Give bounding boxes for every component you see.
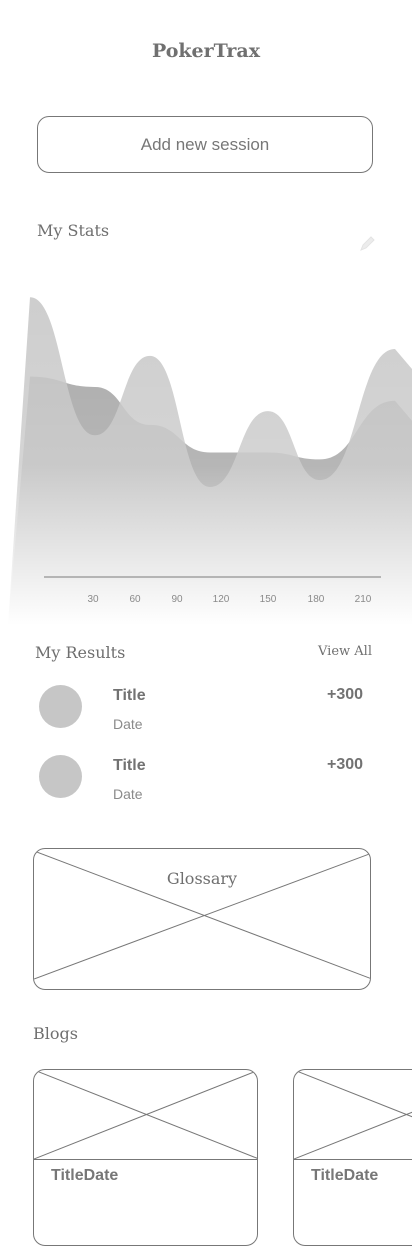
- blog-image-placeholder: [294, 1070, 412, 1160]
- x-tick-label: 210: [355, 594, 372, 605]
- x-tick-label: 60: [129, 594, 141, 605]
- blog-image-placeholder: [34, 1070, 257, 1160]
- result-row[interactable]: Title Date +300: [0, 680, 412, 740]
- blogs-heading: Blogs: [33, 1024, 78, 1043]
- x-tick-label: 150: [260, 594, 277, 605]
- result-title: Title: [113, 757, 146, 774]
- x-tick-label: 180: [308, 594, 325, 605]
- glossary-card[interactable]: Glossary: [33, 848, 371, 990]
- my-stats-heading: My Stats: [37, 221, 110, 240]
- add-session-button[interactable]: Add new session: [37, 116, 373, 173]
- blog-title-date: TitleDate: [51, 1167, 118, 1185]
- x-tick-label: 120: [213, 594, 230, 605]
- result-date: Date: [113, 716, 143, 732]
- blog-date: Date: [83, 1167, 119, 1184]
- blog-title: Title: [311, 1167, 344, 1184]
- result-date: Date: [113, 786, 143, 802]
- stats-chart: 30 60 90 120 150 180 210: [0, 270, 412, 625]
- blog-card[interactable]: TitleDate: [33, 1069, 258, 1246]
- view-all-link[interactable]: View All: [318, 644, 372, 659]
- result-amount: +300: [327, 686, 364, 703]
- my-results-heading: My Results: [35, 643, 126, 662]
- blog-date: Date: [343, 1167, 379, 1184]
- result-title: Title: [113, 687, 146, 704]
- blog-card[interactable]: TitleDate: [293, 1069, 412, 1246]
- glossary-label: Glossary: [166, 869, 238, 888]
- app-title: PokerTrax: [151, 40, 261, 62]
- chart-fade-overlay: [0, 270, 412, 625]
- blog-title: Title: [51, 1167, 84, 1184]
- result-amount: +300: [327, 756, 364, 773]
- x-tick-label: 90: [171, 594, 183, 605]
- result-row[interactable]: Title Date +300: [0, 750, 412, 810]
- result-avatar: [39, 755, 82, 798]
- pencil-icon[interactable]: [357, 232, 379, 254]
- blog-title-date: TitleDate: [311, 1167, 378, 1185]
- result-avatar: [39, 685, 82, 728]
- x-tick-label: 30: [87, 594, 99, 605]
